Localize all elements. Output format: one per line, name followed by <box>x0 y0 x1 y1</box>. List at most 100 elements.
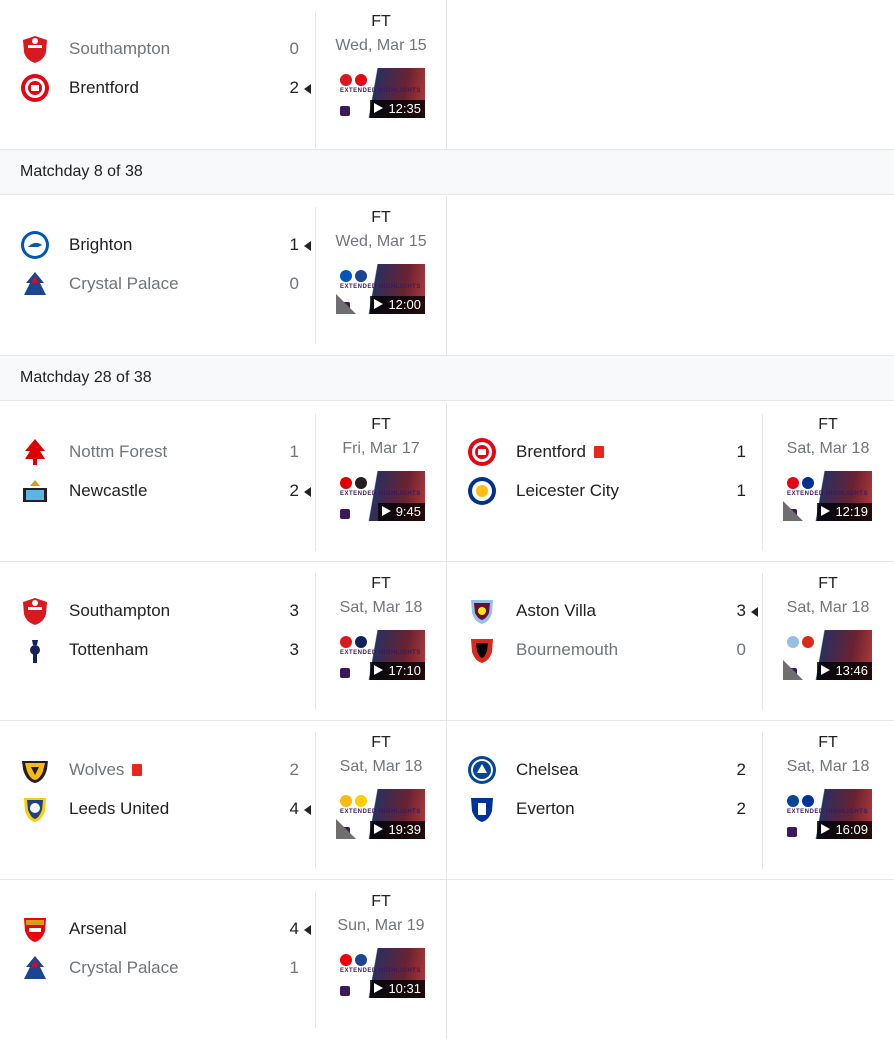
match-card[interactable]: Wolves 2 Leeds United 4 FT Sat, Mar 18 EXTENDE… <box>0 721 447 880</box>
match-status: FT <box>371 734 391 751</box>
highlights-video-thumbnail[interactable]: EXTENDED HIGHLIGHTS 19:39 <box>336 789 425 839</box>
match-card[interactable]: Brentford 1 Leicester City 1 FT Sat, Mar 18 EX… <box>447 403 894 562</box>
team-score: 1 <box>736 442 746 461</box>
match-card[interactable]: Brighton 1 Crystal Palace 0 FT Wed, Mar 15 EXT… <box>0 196 447 355</box>
matchday-label: Matchday 28 of 38 <box>20 369 152 386</box>
match-date: Wed, Mar 15 <box>335 233 427 250</box>
duration-label: 10:31 <box>388 981 421 996</box>
arsenal-crest-icon <box>20 914 50 944</box>
away-team[interactable]: Crystal Palace 0 <box>20 269 305 299</box>
match-card[interactable]: Aston Villa 3 Bournemouth 0 FT Sat, Mar 18 13:… <box>447 562 894 721</box>
play-icon <box>374 983 384 993</box>
team-badges-icon <box>787 795 821 807</box>
divider <box>762 414 763 551</box>
away-team[interactable]: Everton 2 <box>467 794 752 824</box>
team-badges-icon <box>787 636 821 648</box>
matchday-label: Matchday 8 of 38 <box>20 163 143 180</box>
match-date: Sat, Mar 18 <box>786 599 870 616</box>
match-row: Southampton 3 Tottenham 3 FT Sat, Mar 18 EXTEN… <box>0 562 894 721</box>
home-team[interactable]: Aston Villa 3 <box>467 596 758 626</box>
premier-league-icon <box>340 986 350 996</box>
team-badges-icon <box>340 270 374 282</box>
play-icon <box>374 299 384 309</box>
away-team[interactable]: Newcastle 2 <box>20 476 311 506</box>
team-name: Wolves <box>69 760 143 780</box>
away-team[interactable]: Tottenham 3 <box>20 635 305 665</box>
duration-label: 12:35 <box>388 101 421 116</box>
matchday-header: Matchday 8 of 38 <box>0 149 894 195</box>
premier-league-icon <box>340 668 350 678</box>
match-card[interactable]: Arsenal 4 Crystal Palace 1 FT Sun, Mar 19 EXTE… <box>0 880 447 1039</box>
highlights-video-thumbnail[interactable]: EXTENDED HIGHLIGHTS 16:09 <box>783 789 872 839</box>
home-team[interactable]: Nottm Forest 1 <box>20 437 305 467</box>
team-score: 1 <box>289 442 299 461</box>
home-team[interactable]: Brentford 1 <box>467 437 752 467</box>
divider <box>315 732 316 869</box>
match-row: Nottm Forest 1 Newcastle 2 FT Fri, Mar 17 EXTE… <box>0 403 894 562</box>
wolves-crest-icon <box>20 755 50 785</box>
away-team[interactable]: Leeds United 4 <box>20 794 311 824</box>
crystal-palace-crest-icon <box>20 953 50 983</box>
divider <box>315 414 316 551</box>
play-icon <box>381 506 391 516</box>
away-team[interactable]: Brentford 2 <box>20 73 311 103</box>
home-team[interactable]: Chelsea 2 <box>467 755 752 785</box>
play-icon <box>374 103 384 113</box>
play-icon <box>374 824 384 834</box>
team-name: Leicester City <box>516 481 619 500</box>
team-name: Brentford <box>69 78 139 97</box>
bournemouth-crest-icon <box>467 635 497 665</box>
brentford-crest-icon <box>20 73 50 103</box>
team-name: Crystal Palace <box>69 958 179 977</box>
match-card[interactable]: Nottm Forest 1 Newcastle 2 FT Fri, Mar 17 EXTE… <box>0 403 447 562</box>
aston-villa-crest-icon <box>467 596 497 626</box>
play-icon <box>374 665 384 675</box>
highlights-video-thumbnail[interactable]: EXTENDED HIGHLIGHTS 17:10 <box>336 630 425 680</box>
match-date: Sat, Mar 18 <box>786 758 870 775</box>
home-team[interactable]: Arsenal 4 <box>20 914 311 944</box>
duration-label: 9:45 <box>395 504 421 519</box>
winner-indicator-icon <box>751 607 758 617</box>
home-team[interactable]: Southampton 0 <box>20 34 305 64</box>
highlights-video-thumbnail[interactable]: EXTENDED HIGHLIGHTS 9:45 <box>336 471 425 521</box>
team-name: Newcastle <box>69 481 148 500</box>
leicester-crest-icon <box>467 476 497 506</box>
team-score: 2 <box>736 760 746 779</box>
team-name: Southampton <box>69 601 171 620</box>
team-score: 2 <box>736 799 746 818</box>
team-badges-icon <box>340 74 374 86</box>
team-name: Crystal Palace <box>69 274 179 293</box>
highlights-video-thumbnail[interactable]: 13:46 <box>783 630 872 680</box>
match-date: Sun, Mar 19 <box>337 917 425 934</box>
home-team[interactable]: Brighton 1 <box>20 230 311 260</box>
away-team[interactable]: Leicester City 1 <box>467 476 752 506</box>
video-duration: 19:39 <box>370 821 425 839</box>
matchday-header: Matchday 28 of 38 <box>0 355 894 401</box>
match-card[interactable]: Chelsea 2 Everton 2 FT Sat, Mar 18 EXTENDED HI… <box>447 721 894 880</box>
team-name: Chelsea <box>516 760 579 779</box>
duration-label: 13:46 <box>835 663 868 678</box>
match-card[interactable]: Southampton 3 Tottenham 3 FT Sat, Mar 18 EXTEN… <box>0 562 447 721</box>
team-name: Southampton <box>69 39 171 58</box>
team-score: 2 <box>289 78 299 97</box>
match-card[interactable]: Southampton 0 Brentford 2 FT Wed, Mar 15 EXTEN… <box>0 0 447 159</box>
chelsea-crest-icon <box>467 755 497 785</box>
team-score: 2 <box>289 760 299 779</box>
match-status: FT <box>371 416 391 433</box>
red-card-icon <box>593 446 604 458</box>
match-row: Southampton 0 Brentford 2 FT Wed, Mar 15 EXTEN… <box>0 0 894 159</box>
winner-indicator-icon <box>304 805 311 815</box>
highlights-video-thumbnail[interactable]: EXTENDED HIGHLIGHTS 12:00 <box>336 264 425 314</box>
duration-label: 19:39 <box>388 822 421 837</box>
home-team[interactable]: Southampton 3 <box>20 596 305 626</box>
match-date: Fri, Mar 17 <box>342 440 420 457</box>
highlights-video-thumbnail[interactable]: EXTENDED HIGHLIGHTS 12:19 <box>783 471 872 521</box>
match-date: Wed, Mar 15 <box>335 37 427 54</box>
team-score: 1 <box>289 235 299 254</box>
away-team[interactable]: Crystal Palace 1 <box>20 953 305 983</box>
highlights-video-thumbnail[interactable]: EXTENDED HIGHLIGHTS 10:31 <box>336 948 425 998</box>
winner-indicator-icon <box>304 925 311 935</box>
highlights-video-thumbnail[interactable]: EXTENDED HIGHLIGHTS 12:35 <box>336 68 425 118</box>
home-team[interactable]: Wolves 2 <box>20 755 305 785</box>
away-team[interactable]: Bournemouth 0 <box>467 635 752 665</box>
